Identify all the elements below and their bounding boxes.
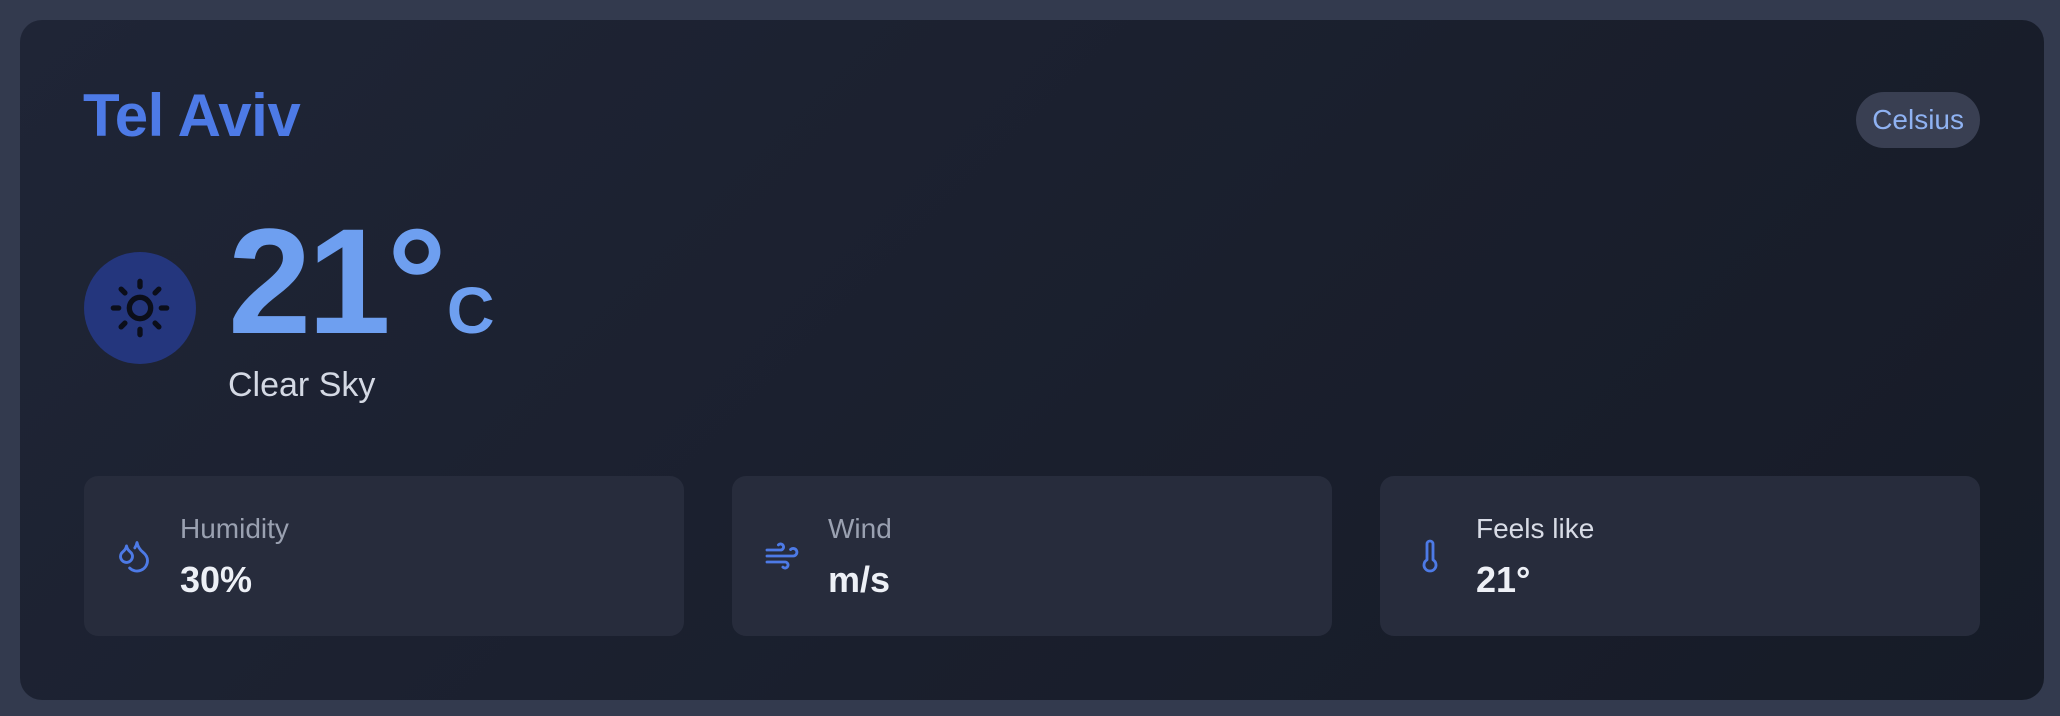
sun-icon — [110, 278, 170, 338]
weather-card: Tel Aviv Celsius 21° C Clear Sky Humidit… — [20, 20, 2044, 700]
weather-condition: Clear Sky — [228, 366, 376, 404]
wind-label: Wind — [828, 513, 892, 544]
wind-value: m/s — [828, 559, 891, 600]
feels-like-stat: Feels like 21° — [1380, 476, 1980, 636]
humidity-label: Humidity — [180, 513, 289, 544]
current-temperature: 21° C — [228, 206, 495, 356]
temperature-value: 21° — [228, 197, 447, 365]
feels-like-label: Feels like — [1476, 513, 1595, 544]
humidity-stat: Humidity 30% — [84, 476, 684, 636]
wind-icon — [765, 542, 799, 570]
droplets-icon — [119, 541, 149, 573]
thermometer-icon — [1422, 539, 1438, 573]
weather-icon-badge — [84, 252, 196, 364]
feels-like-value: 21° — [1476, 559, 1531, 600]
humidity-value: 30% — [180, 559, 253, 600]
city-name: Tel Aviv — [83, 82, 301, 149]
unit-toggle-button[interactable]: Celsius — [1856, 92, 1980, 148]
temperature-unit: C — [446, 273, 495, 347]
wind-stat: Wind m/s — [732, 476, 1332, 636]
